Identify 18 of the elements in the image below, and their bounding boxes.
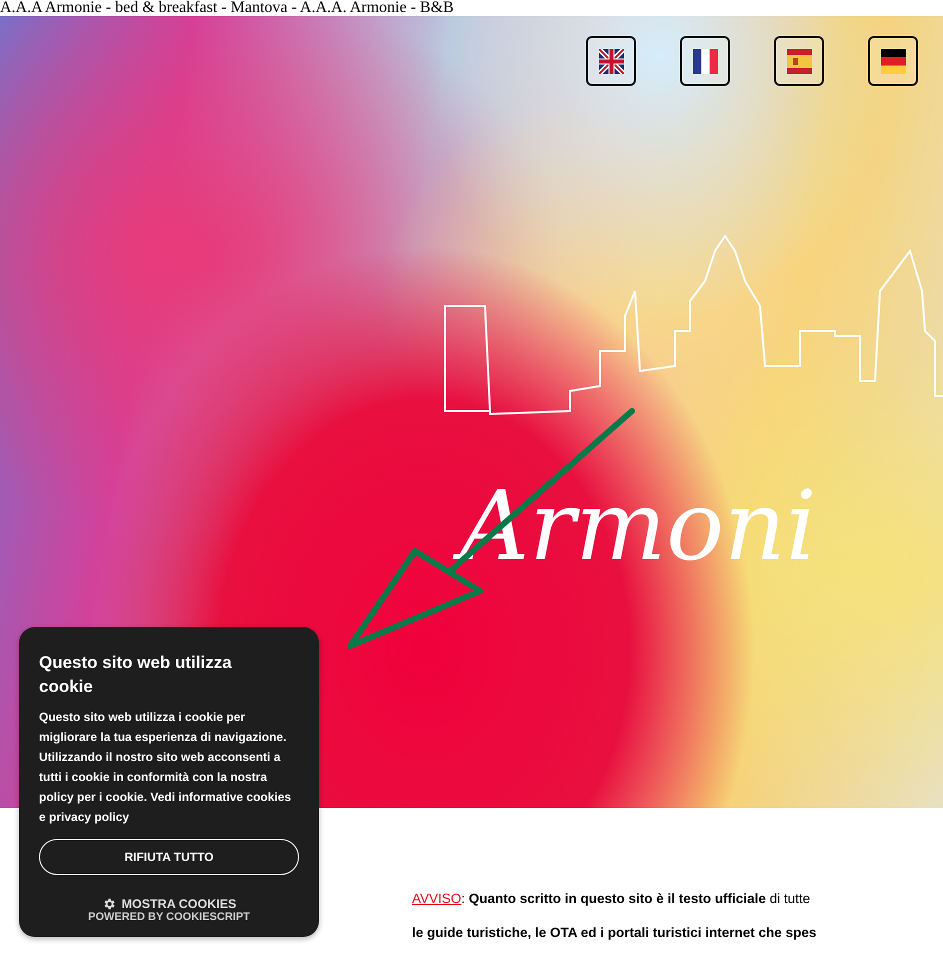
powered-by-text: POWERED BY COOKIESCRIPT <box>88 911 250 923</box>
dialog-text: Questo sito web utilizza i cookie per migliorare la tua esperienza di navigazione. Utilizzando il nostro sito web acconsenti a tutti i cookie in conformità con la nostra policy per i cookie. Vedi informative cookies e privacy policy <box>39 709 292 826</box>
germany-flag-icon <box>880 48 906 74</box>
reject-all-button[interactable]: RIFIUTA TUTTO <box>39 839 299 875</box>
settings-icon <box>102 897 116 911</box>
language-button[interactable] <box>586 36 636 86</box>
notice-link[interactable]: AVVISO <box>412 891 462 906</box>
language-button[interactable] <box>680 36 730 86</box>
notice-text: : Quanto scritto in questo sito è il testo ufficiale di tutte <box>461 891 810 906</box>
language-button[interactable] <box>868 36 918 86</box>
language-button[interactable] <box>774 36 824 86</box>
france-flag-icon <box>692 48 718 74</box>
notice-text: le guide turistiche, le OTA ed i portali turistici internet che spes <box>412 924 818 942</box>
page-title: A.A.A Armonie - bed & breakfast - Mantova - A.A.A. Armonie - B&B <box>0 0 454 16</box>
show-cookies-button[interactable]: MOSTRA COOKIES <box>102 897 236 911</box>
spain-flag-icon <box>786 48 812 74</box>
dialog-title: Questo sito web utilizza cookie <box>39 652 233 698</box>
uk-flag-icon <box>598 48 624 74</box>
